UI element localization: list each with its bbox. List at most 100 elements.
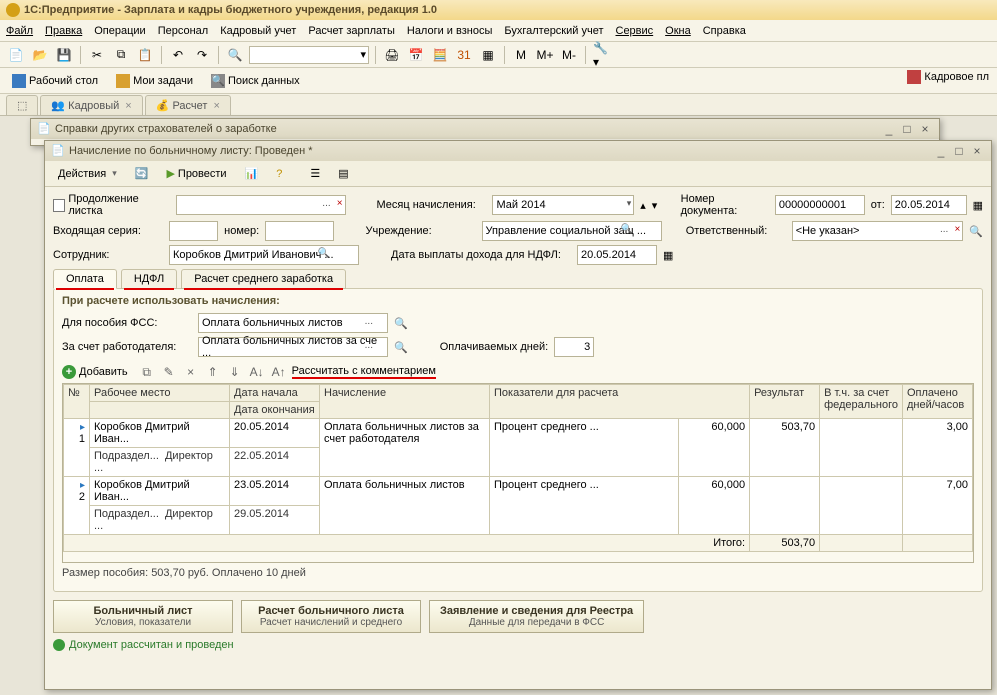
- open-icon[interactable]: 📂: [30, 45, 50, 65]
- report-icon[interactable]: 📊: [238, 164, 266, 183]
- new-doc-icon[interactable]: 📄: [6, 45, 26, 65]
- mminus-button[interactable]: М-: [559, 45, 579, 65]
- date-icon[interactable]: 31: [454, 45, 474, 65]
- tab-kadrovy[interactable]: 👥 Кадровый×: [40, 95, 142, 115]
- help-icon[interactable]: ?: [269, 165, 289, 183]
- menu-help[interactable]: Справка: [703, 25, 746, 37]
- menu-windows[interactable]: Окна: [665, 25, 691, 37]
- close-icon[interactable]: ×: [213, 100, 219, 112]
- ndfl-date-input[interactable]: 20.05.2014: [577, 245, 657, 265]
- col-accrual[interactable]: Начисление: [320, 385, 490, 419]
- resp-lookup-icon[interactable]: 🔍: [969, 225, 983, 238]
- col-indicators[interactable]: Показатели для расчета: [490, 385, 750, 419]
- move-up-icon[interactable]: ⇑: [204, 363, 222, 381]
- col-num[interactable]: №: [64, 385, 90, 419]
- edit-row-icon[interactable]: ✎: [160, 363, 178, 381]
- continuation-input[interactable]: ...×: [176, 195, 346, 215]
- org-input[interactable]: Управление социальной защ ...🔍: [482, 221, 662, 241]
- wrench-icon[interactable]: 🔧▾: [592, 45, 612, 65]
- btn-calc-sick[interactable]: Расчет больничного листа Расчет начислен…: [241, 600, 421, 633]
- continuation-check[interactable]: Продолжение листка: [53, 193, 170, 217]
- menu-salary[interactable]: Расчет зарплаты: [308, 25, 395, 37]
- search-combo[interactable]: ▾: [249, 46, 369, 64]
- col-result[interactable]: Результат: [750, 385, 820, 419]
- resp-input[interactable]: <Не указан>...×: [792, 221, 964, 241]
- col-workplace[interactable]: Рабочее место: [90, 385, 230, 402]
- minimize-icon[interactable]: _: [881, 122, 897, 136]
- number-input[interactable]: [265, 221, 334, 241]
- sort-asc-icon[interactable]: A↓: [248, 363, 266, 381]
- month-down-icon[interactable]: ▾: [652, 199, 658, 212]
- col-paid[interactable]: Оплачено дней/часов: [903, 385, 973, 419]
- btn-sick-leave[interactable]: Больничный лист Условия, показатели: [53, 600, 233, 633]
- table-row[interactable]: ▸2 Коробков Дмитрий Иван...23.05.2014Опл…: [64, 477, 973, 506]
- col-date-start[interactable]: Дата начала: [230, 385, 320, 402]
- redo-icon[interactable]: ↷: [192, 45, 212, 65]
- move-down-icon[interactable]: ⇓: [226, 363, 244, 381]
- employee-input[interactable]: Коробков Дмитрий Иванович ...🔍: [169, 245, 359, 265]
- refresh-icon[interactable]: 🔄: [128, 164, 156, 183]
- window-titlebar[interactable]: 📄 Справки других страхователей о заработ…: [31, 119, 939, 139]
- add-row-button[interactable]: +Добавить: [62, 365, 128, 379]
- nav-tasks[interactable]: Мои задачи: [110, 72, 199, 90]
- mplus-button[interactable]: М+: [535, 45, 555, 65]
- sort-desc-icon[interactable]: A↑: [270, 363, 288, 381]
- layout1-icon[interactable]: ☰: [303, 164, 327, 183]
- m-button[interactable]: М: [511, 45, 531, 65]
- window-titlebar[interactable]: 📄 Начисление по больничному листу: Прове…: [45, 141, 991, 161]
- docdate-input[interactable]: 20.05.2014: [891, 195, 967, 215]
- delete-row-icon[interactable]: ×: [182, 363, 200, 381]
- tab-raschet[interactable]: 💰 Расчет×: [145, 95, 231, 115]
- undo-icon[interactable]: ↶: [168, 45, 188, 65]
- tab-srednego[interactable]: Расчет среднего заработка: [181, 269, 346, 289]
- menu-edit[interactable]: Правка: [45, 25, 82, 37]
- close-icon[interactable]: ×: [917, 122, 933, 136]
- month-up-icon[interactable]: ▴: [640, 199, 646, 212]
- calendar-icon[interactable]: ▦: [973, 199, 983, 212]
- month-input[interactable]: Май 2014▾: [492, 195, 634, 215]
- lookup-icon[interactable]: 🔍: [394, 341, 408, 354]
- maximize-icon[interactable]: □: [899, 122, 915, 136]
- menu-personnel[interactable]: Персонал: [158, 25, 209, 37]
- nav-right[interactable]: Кадровое пл: [903, 68, 993, 86]
- cut-icon[interactable]: ✂: [87, 45, 107, 65]
- maximize-icon[interactable]: □: [951, 144, 967, 158]
- grid-icon[interactable]: ▦: [478, 45, 498, 65]
- menu-taxes[interactable]: Налоги и взносы: [407, 25, 493, 37]
- menu-operations[interactable]: Операции: [94, 25, 145, 37]
- print-icon[interactable]: 🖨: [382, 45, 402, 65]
- fss-input[interactable]: Оплата больничных листов...: [198, 313, 388, 333]
- lookup-icon[interactable]: 🔍: [394, 317, 408, 330]
- nav-desktop[interactable]: Рабочий стол: [6, 72, 104, 90]
- minimize-icon[interactable]: _: [933, 144, 949, 158]
- paste-icon[interactable]: 📋: [135, 45, 155, 65]
- btn-registry[interactable]: Заявление и сведения для Реестра Данные …: [429, 600, 644, 633]
- accruals-grid[interactable]: № Рабочее место Дата начала Начисление П…: [62, 383, 974, 563]
- menu-file[interactable]: Файл: [6, 25, 33, 37]
- table-row[interactable]: ▸1 Коробков Дмитрий Иван...20.05.2014Опл…: [64, 419, 973, 448]
- actions-menu[interactable]: Действия: [51, 165, 124, 183]
- nav-search[interactable]: 🔍Поиск данных: [205, 72, 306, 90]
- calendar-icon[interactable]: ▦: [663, 249, 673, 262]
- col-federal[interactable]: В т.ч. за счет федерального: [820, 385, 903, 419]
- close-icon[interactable]: ×: [125, 100, 131, 112]
- save-icon[interactable]: 💾: [54, 45, 74, 65]
- tab-ndfl[interactable]: НДФЛ: [121, 269, 177, 289]
- tab-oplata[interactable]: Оплата: [53, 269, 117, 289]
- close-icon[interactable]: ×: [969, 144, 985, 158]
- cal-icon[interactable]: 📅: [406, 45, 426, 65]
- post-button[interactable]: ▶Провести: [159, 164, 233, 183]
- menu-hr[interactable]: Кадровый учет: [220, 25, 296, 37]
- in-series-input[interactable]: [169, 221, 218, 241]
- paid-days-input[interactable]: 3: [554, 337, 594, 357]
- col-date-end[interactable]: Дата окончания: [230, 402, 320, 419]
- recalc-link[interactable]: Рассчитать с комментарием: [292, 365, 436, 379]
- layout2-icon[interactable]: ▤: [331, 164, 355, 183]
- menu-service[interactable]: Сервис: [616, 25, 654, 37]
- docnum-input[interactable]: 00000000001: [775, 195, 865, 215]
- copy-icon[interactable]: ⧉: [111, 45, 131, 65]
- menu-accounting[interactable]: Бухгалтерский учет: [504, 25, 603, 37]
- tab-left-icon[interactable]: ⬚: [6, 95, 38, 115]
- copy-row-icon[interactable]: ⧉: [138, 363, 156, 381]
- find-icon[interactable]: 🔍: [225, 45, 245, 65]
